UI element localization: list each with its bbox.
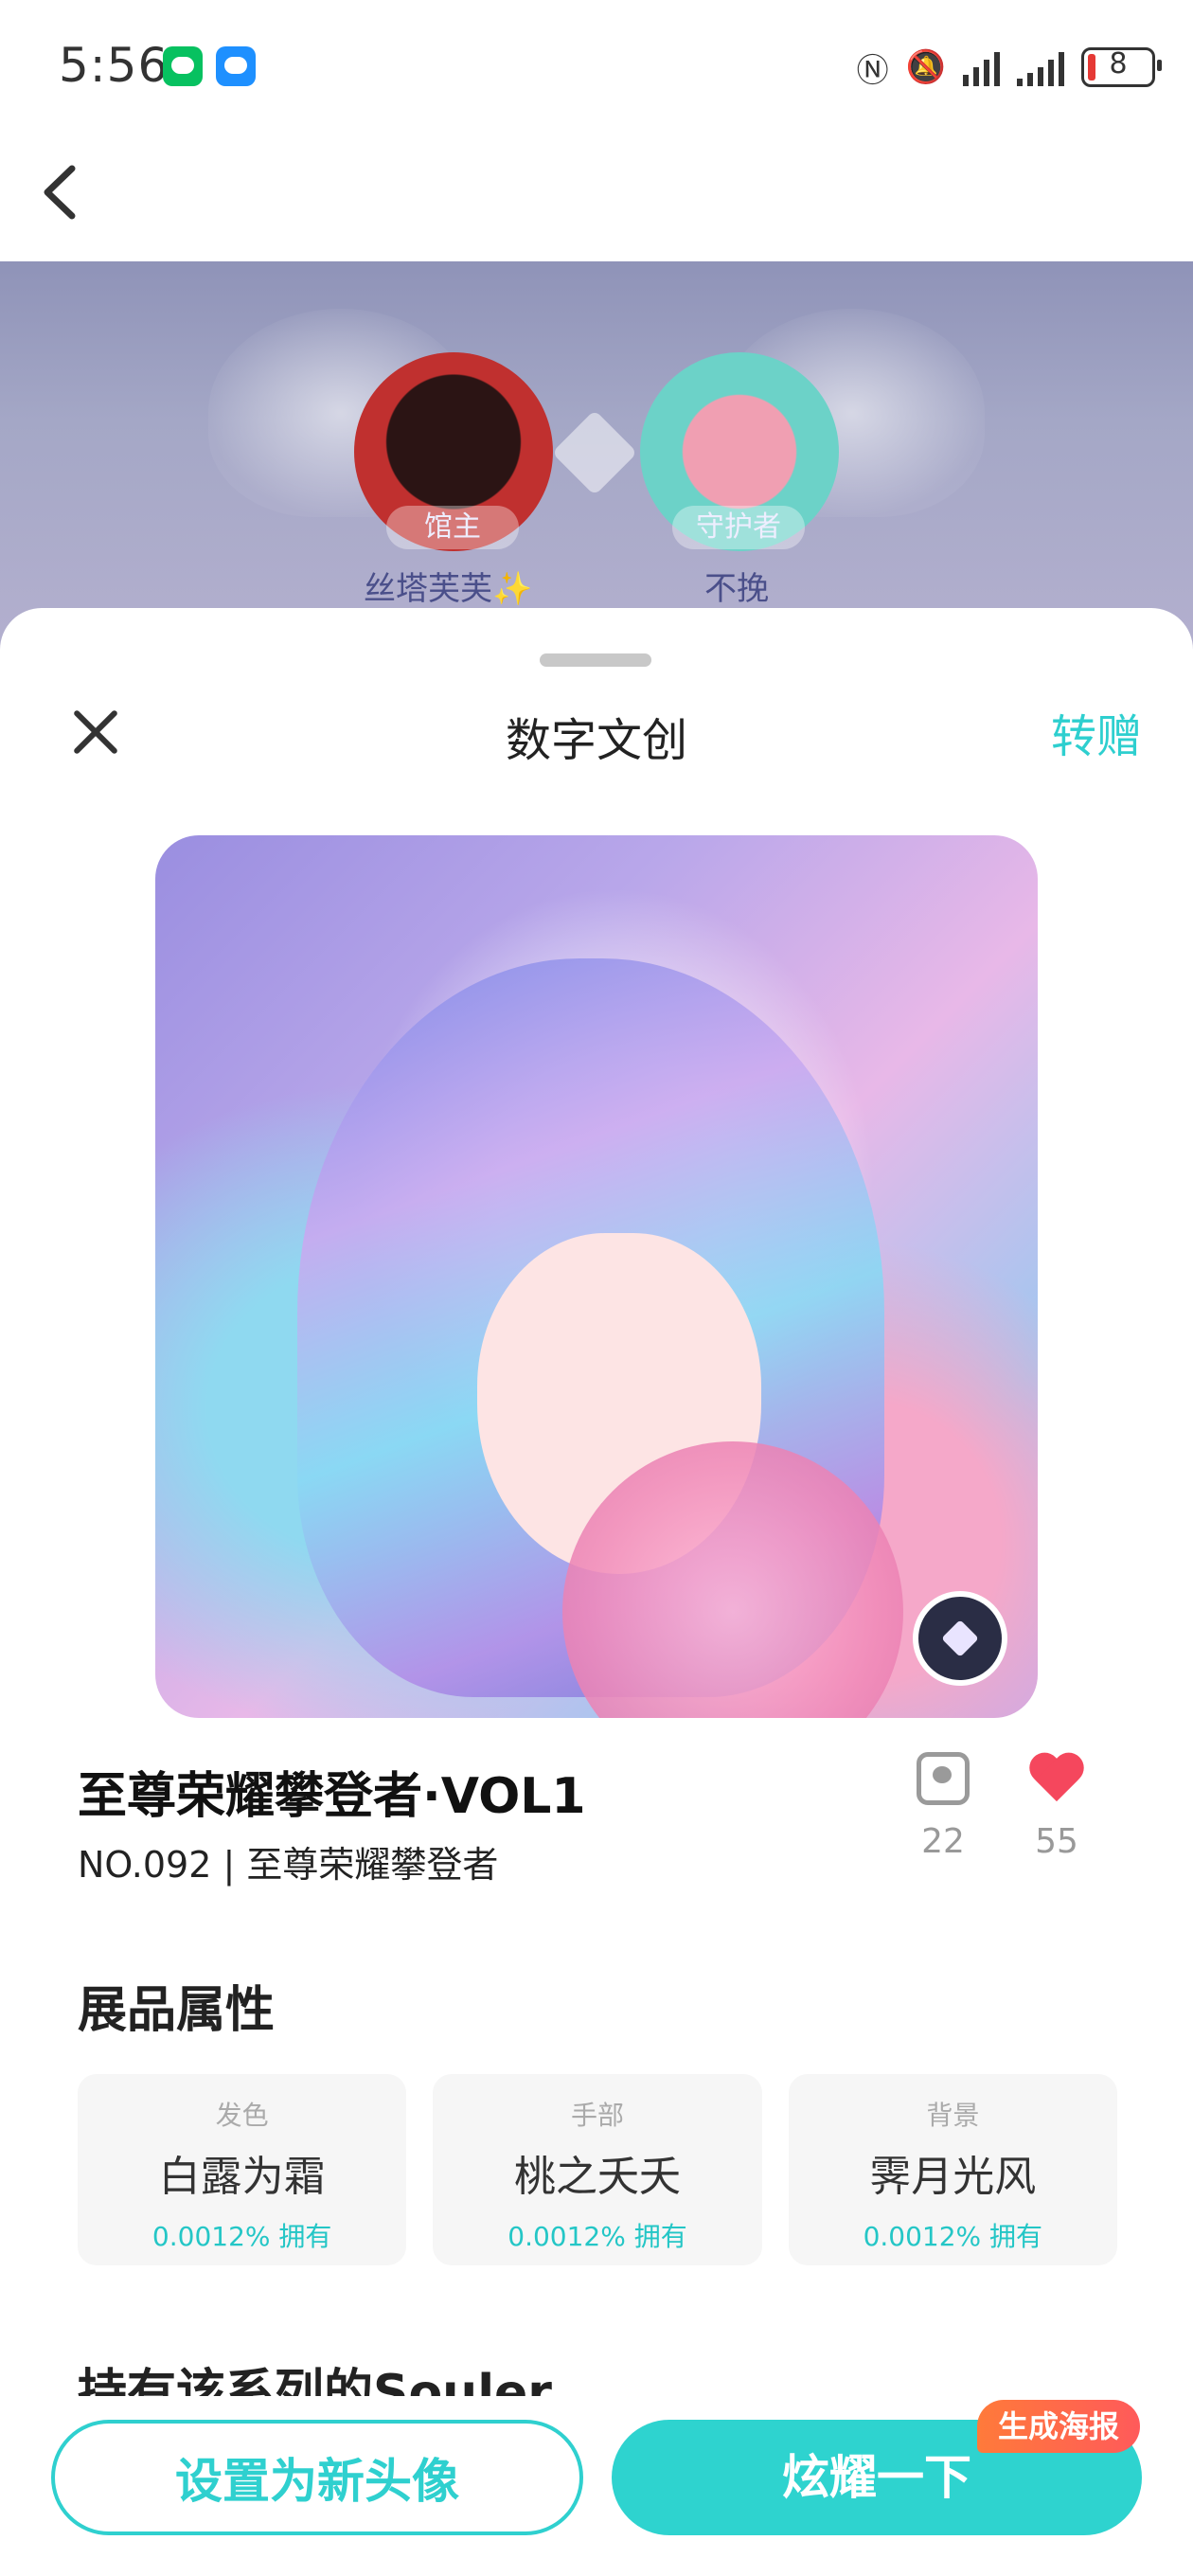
signal-2-icon [1017,48,1064,86]
attribute-value: 桃之夭夭 [513,2153,681,2201]
attribute-card[interactable]: 背景 霁月光风 0.0012% 拥有 [788,2074,1117,2265]
frame-icon [917,1752,970,1805]
chevron-left-icon [44,165,76,220]
back-button[interactable] [34,159,91,225]
wechat-notification-icon [163,46,203,86]
system-icons: Ⓝ 🔕 8 [856,44,1162,91]
battery-icon: 8 [1081,47,1162,87]
like-count: 55 [1035,1822,1078,1861]
signal-icon [963,48,1000,86]
owner-name[interactable]: 丝塔芙芙✨ [364,563,532,609]
status-bar: 5:56 Ⓝ 🔕 8 [0,0,1193,133]
mute-icon: 🔕 [905,48,946,86]
gift-button[interactable]: 转赠 [1051,699,1142,765]
attribute-key: 手部 [570,2100,624,2131]
message-notification-icon [216,46,256,86]
status-time: 5:56 [59,38,169,93]
attribute-rarity: 0.0012% 拥有 [151,2221,332,2252]
drag-handle[interactable] [540,653,651,667]
collectible-artwork[interactable] [155,835,1038,1718]
nfc-icon: Ⓝ [856,51,889,90]
attributes-title: 展品属性 [78,1982,276,2039]
attribute-rarity: 0.0012% 拥有 [507,2221,687,2252]
attribute-rarity: 0.0012% 拥有 [863,2221,1043,2252]
collect-stat[interactable]: 22 [896,1752,990,1861]
owner-role-tag: 馆主 [386,506,519,549]
guardian-role-tag: 守护者 [672,506,805,549]
star-diamond-icon [551,409,638,496]
attributes-list: 发色 白露为霜 0.0012% 拥有 手部 桃之夭夭 0.0012% 拥有 背景… [78,2074,1117,2265]
collect-count: 22 [921,1822,965,1861]
attribute-value: 白露为霜 [158,2153,326,2201]
digital-collectible-sheet: 数字文创 转赠 至尊荣耀攀登者·VOL1 NO.092 | 至尊荣耀攀登者 22… [0,608,1193,2576]
battery-level: 8 [1109,47,1128,80]
attribute-value: 霁月光风 [869,2153,1037,2201]
sheet-title: 数字文创 [505,714,687,767]
guardian-name[interactable]: 不挽 [704,563,769,609]
set-avatar-button[interactable]: 设置为新头像 [51,2420,583,2535]
attribute-card[interactable]: 手部 桃之夭夭 0.0012% 拥有 [433,2074,762,2265]
generate-poster-tag[interactable]: 生成海报 [977,2400,1141,2453]
attribute-card[interactable]: 发色 白露为霜 0.0012% 拥有 [78,2074,407,2265]
museum-hero: 馆主 守护者 丝塔芙芙✨ 不挽 [0,261,1193,659]
item-title: 至尊荣耀攀登者·VOL1 [78,1768,586,1825]
like-stat[interactable]: 55 [1009,1752,1104,1861]
attribute-key: 发色 [215,2100,269,2131]
heart-icon [1030,1752,1083,1805]
star-badge-icon [913,1591,1007,1686]
attribute-key: 背景 [926,2100,980,2131]
item-subtitle: NO.092 | 至尊荣耀攀登者 [78,1844,499,1886]
bottom-action-bar: 设置为新头像 炫耀一下 生成海报 [0,2396,1193,2576]
